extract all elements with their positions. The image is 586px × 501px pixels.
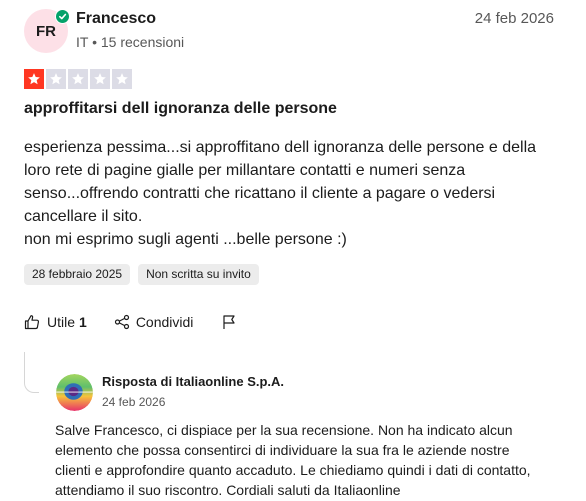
star-icon	[90, 69, 110, 89]
useful-button[interactable]: Utile 1	[24, 314, 87, 330]
reviewer-name[interactable]: Francesco	[76, 10, 156, 28]
review-body: esperienza pessima...si approffitano del…	[24, 136, 544, 251]
share-label: Condividi	[135, 314, 194, 330]
review-paragraph: non mi esprimo sugli agenti ...belle per…	[24, 231, 347, 248]
useful-label: Utile	[47, 314, 76, 330]
review-date: 24 feb 2026	[474, 10, 554, 27]
reviewer-meta: IT • 15 recensioni	[76, 34, 184, 50]
share-button[interactable]: Condividi	[114, 314, 194, 330]
invitation-tag[interactable]: Non scritta su invito	[138, 264, 259, 285]
reply-body: Salve Francesco, ci dispiace per la sua …	[55, 422, 531, 498]
reply-date: 24 feb 2026	[102, 395, 166, 409]
review-actions: Utile 1 Condividi	[24, 314, 237, 330]
reviewer-country: IT	[76, 34, 89, 50]
reviewer-review-count: 15 recensioni	[100, 34, 185, 50]
reply-connector	[24, 352, 39, 393]
star-icon	[112, 69, 132, 89]
report-button[interactable]	[221, 314, 237, 330]
review-tags: 28 febbraio 2025 Non scritta su invito	[24, 264, 259, 285]
thumbs-up-icon	[24, 314, 40, 330]
verified-check-icon	[55, 9, 70, 24]
star-icon	[46, 69, 66, 89]
review-paragraph: esperienza pessima...si approffitano del…	[24, 139, 537, 225]
flag-icon	[221, 314, 237, 330]
experience-date-tag: 28 febbraio 2025	[24, 264, 131, 285]
star-icon	[24, 69, 44, 89]
star-rating	[24, 69, 132, 89]
review-title[interactable]: approffitarsi dell ignoranza delle perso…	[24, 100, 337, 118]
italiaonline-logo[interactable]	[56, 374, 93, 411]
useful-count: 1	[79, 314, 87, 330]
share-icon	[114, 314, 130, 330]
meta-separator: •	[92, 34, 97, 50]
avatar-initials: FR	[36, 22, 56, 40]
reply-title: Risposta di Italiaonline S.p.A.	[102, 374, 285, 389]
star-icon	[68, 69, 88, 89]
